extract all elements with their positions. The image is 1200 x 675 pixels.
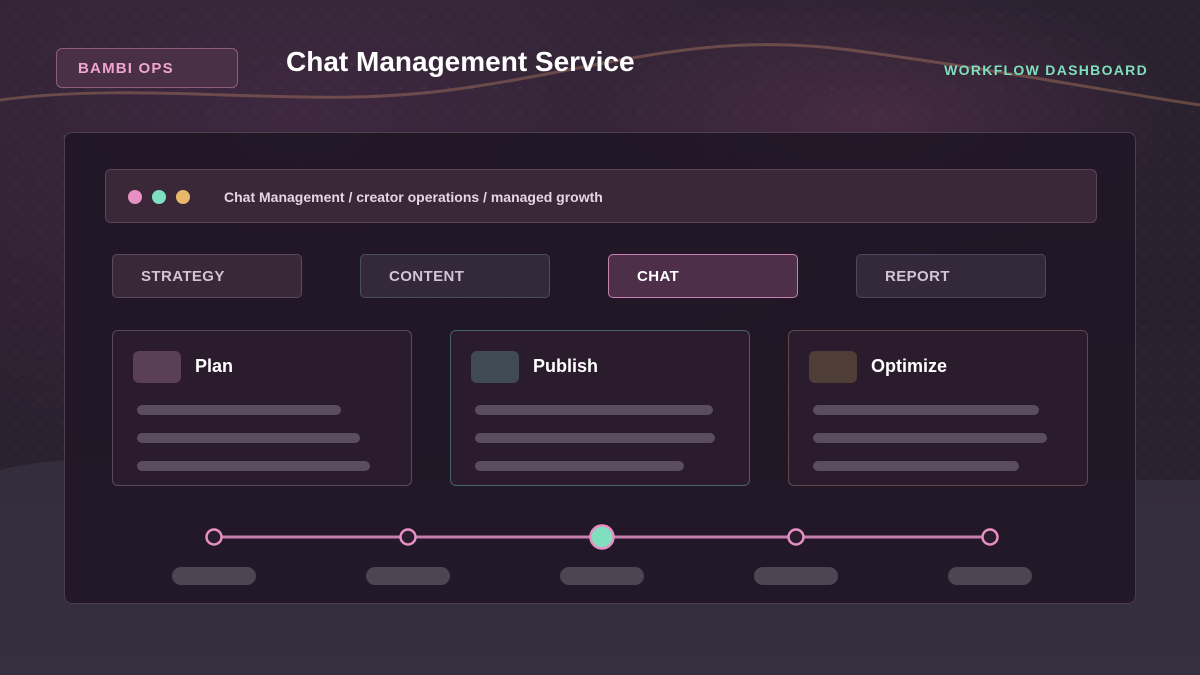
tab-report[interactable]: REPORT (856, 254, 1046, 298)
timeline-step[interactable] (399, 528, 417, 546)
close-dot[interactable] (128, 190, 142, 204)
card-title: Optimize (871, 356, 948, 376)
brand-badge: BAMBI OPS (56, 48, 238, 88)
placeholder-line (137, 405, 341, 415)
tab-chat[interactable]: CHAT (608, 254, 798, 298)
placeholder-line (475, 461, 684, 471)
timeline-step[interactable] (205, 528, 223, 546)
timeline-step[interactable] (981, 528, 999, 546)
placeholder-line (137, 461, 370, 471)
timeline-step-label-placeholder (560, 567, 644, 585)
minimize-dot[interactable] (152, 190, 166, 204)
card-plan: Plan (112, 330, 412, 486)
card-optimize: Optimize (788, 330, 1088, 486)
timeline-step-label-placeholder (754, 567, 838, 585)
placeholder-line (813, 405, 1039, 415)
optimize-icon (809, 351, 857, 383)
tab-label: CHAT (637, 267, 680, 285)
workflow-panel: Chat Management / creator operations / m… (64, 132, 1136, 604)
brand-label: BAMBI OPS (78, 59, 174, 77)
timeline-step-label-placeholder (172, 567, 256, 585)
maximize-dot[interactable] (176, 190, 190, 204)
placeholder-line (137, 433, 360, 443)
tab-strategy[interactable]: STRATEGY (112, 254, 302, 298)
placeholder-line (475, 405, 713, 415)
timeline-step-label-placeholder (948, 567, 1032, 585)
window-address-bar: Chat Management / creator operations / m… (105, 169, 1097, 223)
placeholder-line (813, 433, 1047, 443)
dashboard-label: WORKFLOW DASHBOARD (944, 62, 1148, 78)
tab-label: REPORT (885, 267, 950, 285)
plan-icon (133, 351, 181, 383)
tab-label: STRATEGY (141, 267, 225, 285)
tab-content[interactable]: CONTENT (360, 254, 550, 298)
tab-label: CONTENT (389, 267, 465, 285)
publish-icon (471, 351, 519, 383)
breadcrumb: Chat Management / creator operations / m… (224, 189, 603, 205)
placeholder-line (475, 433, 715, 443)
page-title: Chat Management Service (286, 46, 635, 77)
card-title: Plan (195, 356, 234, 376)
timeline-step[interactable] (787, 528, 805, 546)
timeline-step-label-placeholder (366, 567, 450, 585)
timeline-step-current[interactable] (589, 524, 615, 550)
card-publish: Publish (450, 330, 750, 486)
card-title: Publish (533, 356, 599, 376)
placeholder-line (813, 461, 1019, 471)
